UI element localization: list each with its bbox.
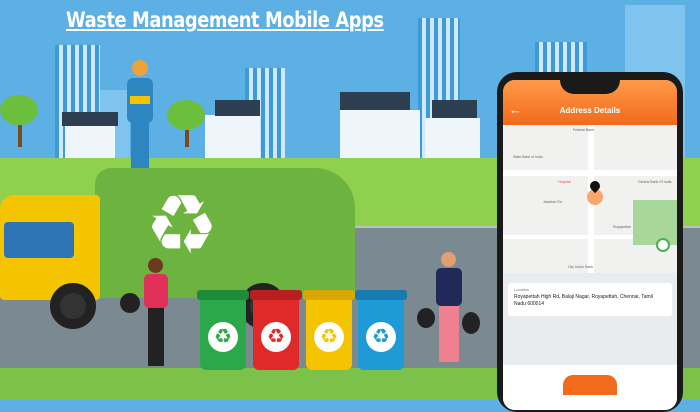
phone-notch — [560, 76, 620, 94]
house-roof — [340, 92, 410, 110]
location-value: Royapettah High Rd, Balaji Nagar, Royape… — [514, 294, 653, 307]
my-location-icon[interactable] — [656, 238, 670, 252]
map-label: Hospital — [558, 180, 571, 184]
house — [425, 118, 480, 160]
trash-bag — [120, 293, 140, 313]
location-card: Location Royapettah High Rd, Balaji Naga… — [508, 283, 672, 316]
tree — [167, 100, 205, 130]
map-label: City Union Bank — [568, 265, 594, 269]
recycle-icon: ♻ — [261, 322, 291, 352]
map-label: Royapettah — [613, 225, 631, 229]
house-roof — [215, 100, 260, 116]
bin-yellow: ♻ — [303, 290, 355, 370]
map-label: Federal Bank — [573, 128, 594, 132]
trash-bag — [462, 312, 480, 334]
recycle-icon: ♻ — [314, 322, 344, 352]
screen-title: Address Details — [559, 106, 621, 115]
tree-trunk — [18, 125, 22, 147]
house — [340, 110, 420, 160]
worker-figure — [125, 60, 155, 175]
recycle-icon: ♻ — [208, 322, 238, 352]
bin-red: ♻ — [250, 290, 302, 370]
map-label: State Bank of India — [513, 155, 543, 159]
map-label: Central Bank Of India — [638, 180, 672, 184]
truck-window — [4, 222, 74, 258]
map-view[interactable]: Federal Bank State Bank of India Hospita… — [503, 125, 677, 273]
house-roof — [432, 100, 477, 118]
trash-bag — [417, 308, 435, 328]
truck-wheel — [50, 283, 96, 329]
house-roof — [62, 112, 118, 126]
park-area — [633, 200, 677, 245]
woman-figure — [140, 258, 172, 368]
location-label: Location — [514, 287, 530, 292]
recycle-icon: ♻ — [366, 322, 396, 352]
man-figure — [432, 252, 466, 367]
tree — [0, 95, 38, 125]
map-label: Jawahar Rd — [543, 200, 562, 204]
house — [65, 125, 115, 160]
recycle-icon: ♻ — [145, 180, 219, 271]
bin-blue: ♻ — [355, 290, 407, 370]
garbage-truck-body — [95, 168, 355, 298]
confirm-button[interactable] — [563, 375, 617, 395]
house — [205, 115, 260, 160]
bottom-bar — [503, 365, 677, 410]
page-title: Waste Management Mobile Apps — [66, 8, 384, 32]
phone-screen: ← Address Details Federal Bank State Ban… — [503, 80, 677, 410]
bin-green: ♻ — [197, 290, 249, 370]
